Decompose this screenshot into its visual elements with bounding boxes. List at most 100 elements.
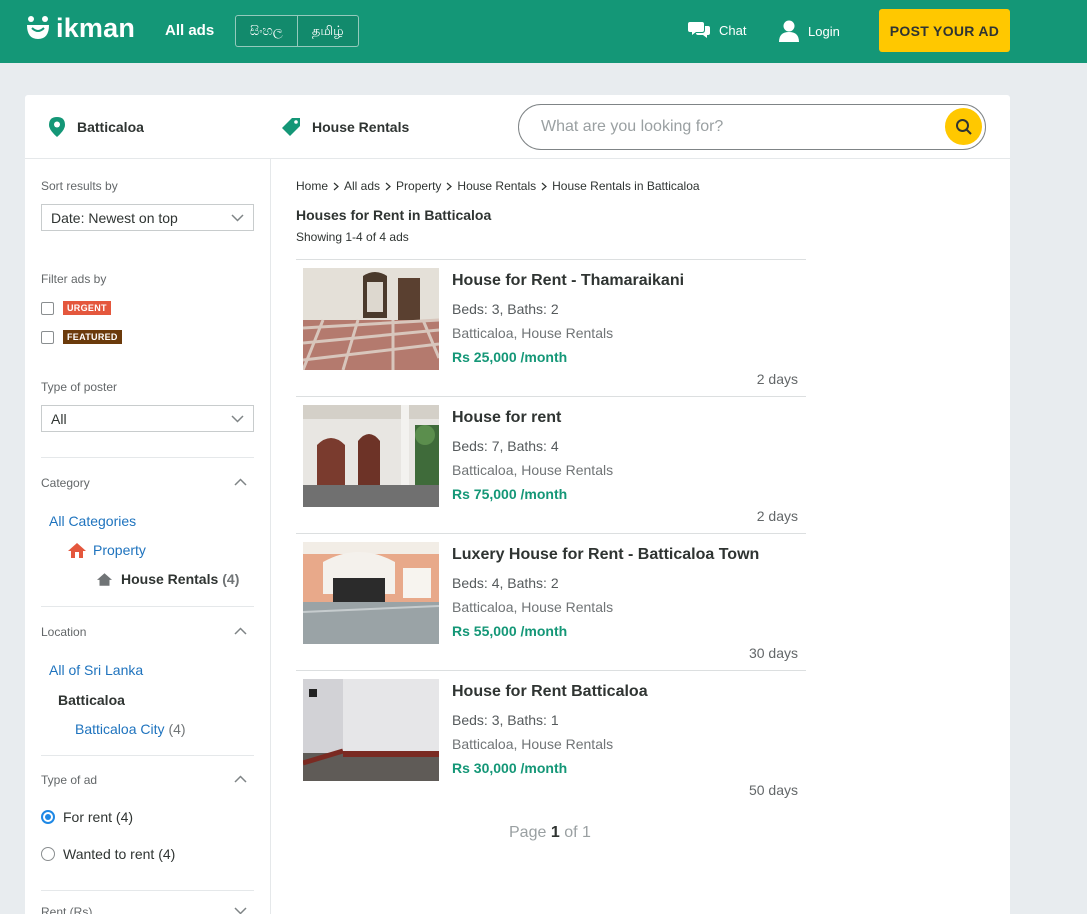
house-icon [97, 572, 112, 586]
login-link[interactable]: Login [779, 20, 840, 42]
sort-select-value: Date: Newest on top [51, 209, 178, 226]
category-section-label: Category [41, 476, 90, 490]
batticaloa-city-link[interactable]: Batticaloa City (4) [75, 721, 186, 737]
chat-label: Chat [719, 22, 747, 38]
results-count: Showing 1-4 of 4 ads [296, 230, 409, 244]
divider [41, 606, 254, 607]
listing-card[interactable]: House for rent Beds: 7, Baths: 4 Battica… [296, 396, 806, 533]
listing-price: Rs 30,000 /month [452, 760, 568, 776]
all-ads-link[interactable]: All ads [165, 22, 214, 39]
chat-link[interactable]: Chat [688, 20, 746, 40]
top-navigation-bar: ikman All ads සිංහල தமிழ் Chat Login POS… [0, 0, 1087, 63]
listing-thumbnail[interactable] [303, 405, 439, 507]
featured-checkbox[interactable] [41, 330, 54, 344]
listing-title[interactable]: House for rent [452, 409, 561, 427]
page-word: Page [509, 824, 547, 841]
wanted-to-rent-option[interactable]: Wanted to rent (4) [41, 846, 175, 862]
all-sri-lanka-link[interactable]: All of Sri Lanka [49, 662, 143, 678]
lang-tamil-button[interactable]: தமிழ் [296, 16, 359, 46]
featured-filter[interactable]: FEATURED [41, 330, 122, 344]
smile-logo-icon [27, 16, 49, 39]
chevron-down-icon[interactable] [234, 907, 247, 914]
batticaloa-location[interactable]: Batticaloa [58, 692, 125, 708]
category-selector-label: House Rentals [312, 119, 410, 135]
poster-type-select[interactable]: All [41, 405, 254, 432]
listing-thumbnail[interactable] [303, 679, 439, 781]
poster-type-value: All [51, 410, 67, 427]
featured-badge: FEATURED [63, 330, 122, 344]
listing-price: Rs 25,000 /month [452, 349, 568, 365]
urgent-filter[interactable]: URGENT [41, 301, 111, 315]
location-pin-icon [49, 117, 65, 137]
search-input[interactable] [541, 116, 921, 138]
category-selector[interactable]: House Rentals [281, 117, 409, 137]
listings: House for Rent - Thamaraikani Beds: 3, B… [296, 259, 806, 807]
ikman-logo[interactable]: ikman [26, 14, 135, 42]
search-box [518, 104, 986, 150]
listing-location: Batticaloa, House Rentals [452, 325, 614, 341]
breadcrumb-property[interactable]: Property [396, 179, 441, 193]
listing-location: Batticaloa, House Rentals [452, 599, 614, 615]
breadcrumb-current: House Rentals in Batticaloa [552, 179, 700, 193]
pagination: Page 1 of 1 [509, 824, 591, 842]
breadcrumb: Home All ads Property House Rentals Hous… [296, 179, 700, 193]
property-label: Property [93, 542, 146, 558]
location-section-label: Location [41, 625, 87, 639]
chevron-right-icon [446, 182, 453, 191]
tag-icon [282, 118, 300, 136]
all-categories-link[interactable]: All Categories [49, 513, 136, 529]
sort-select[interactable]: Date: Newest on top [41, 204, 254, 231]
property-link[interactable]: Property [68, 542, 146, 558]
chevron-right-icon [541, 182, 548, 191]
listing-attributes: Beds: 3, Baths: 2 [452, 301, 559, 317]
chevron-up-icon[interactable] [234, 478, 247, 486]
search-icon [955, 118, 972, 135]
page-total: of 1 [564, 824, 591, 841]
listing-card[interactable]: Luxery House for Rent - Batticaloa Town … [296, 533, 806, 670]
house-rentals-category[interactable]: House Rentals (4) [97, 571, 239, 587]
for-rent-option[interactable]: For rent (4) [41, 809, 133, 825]
language-switcher: සිංහල தமிழ் [235, 15, 359, 47]
listing-attributes: Beds: 3, Baths: 1 [452, 712, 559, 728]
lang-sinhala-button[interactable]: සිංහල [236, 16, 297, 46]
listing-price: Rs 55,000 /month [452, 623, 568, 639]
for-rent-label: For rent (4) [63, 809, 134, 825]
rent-section-label: Rent (Rs) [41, 905, 93, 914]
chevron-right-icon [333, 182, 339, 191]
urgent-checkbox[interactable] [41, 301, 54, 315]
listing-time: 2 days [756, 371, 798, 387]
sort-label: Sort results by [41, 179, 118, 193]
filters-sidebar: Sort results by Date: Newest on top Filt… [25, 159, 271, 914]
search-button[interactable] [945, 108, 982, 145]
chevron-up-icon[interactable] [234, 627, 247, 635]
chevron-down-icon [231, 414, 244, 423]
post-your-ad-button[interactable]: POST YOUR AD [879, 9, 1010, 52]
type-of-ad-label: Type of ad [41, 773, 98, 787]
batticaloa-city-label: Batticaloa City [75, 721, 165, 737]
breadcrumb-all-ads[interactable]: All ads [344, 179, 380, 193]
house-rentals-count: (4) [222, 571, 240, 587]
poster-type-label: Type of poster [41, 380, 118, 394]
listing-thumbnail[interactable] [303, 268, 439, 370]
listing-attributes: Beds: 7, Baths: 4 [452, 438, 559, 454]
listing-title[interactable]: House for Rent - Thamaraikani [452, 272, 684, 290]
listing-title[interactable]: House for Rent Batticaloa [452, 683, 648, 701]
listing-card[interactable]: House for Rent - Thamaraikani Beds: 3, B… [296, 259, 806, 396]
breadcrumb-home[interactable]: Home [296, 179, 328, 193]
user-icon [779, 20, 799, 42]
location-selector[interactable]: Batticaloa [49, 117, 144, 137]
house-icon [68, 542, 86, 558]
divider [41, 890, 254, 891]
listing-location: Batticaloa, House Rentals [452, 736, 614, 752]
listing-card[interactable]: House for Rent Batticaloa Beds: 3, Baths… [296, 670, 806, 807]
logo-text: ikman [56, 13, 136, 43]
location-selector-label: Batticaloa [77, 119, 144, 135]
for-rent-radio[interactable] [41, 810, 55, 824]
listing-title[interactable]: Luxery House for Rent - Batticaloa Town [452, 546, 759, 564]
listing-thumbnail[interactable] [303, 542, 439, 644]
breadcrumb-house-rentals[interactable]: House Rentals [457, 179, 536, 193]
chevron-up-icon[interactable] [234, 775, 247, 783]
wanted-to-rent-label: Wanted to rent (4) [63, 846, 176, 862]
current-page[interactable]: 1 [551, 824, 560, 841]
wanted-to-rent-radio[interactable] [41, 847, 55, 861]
